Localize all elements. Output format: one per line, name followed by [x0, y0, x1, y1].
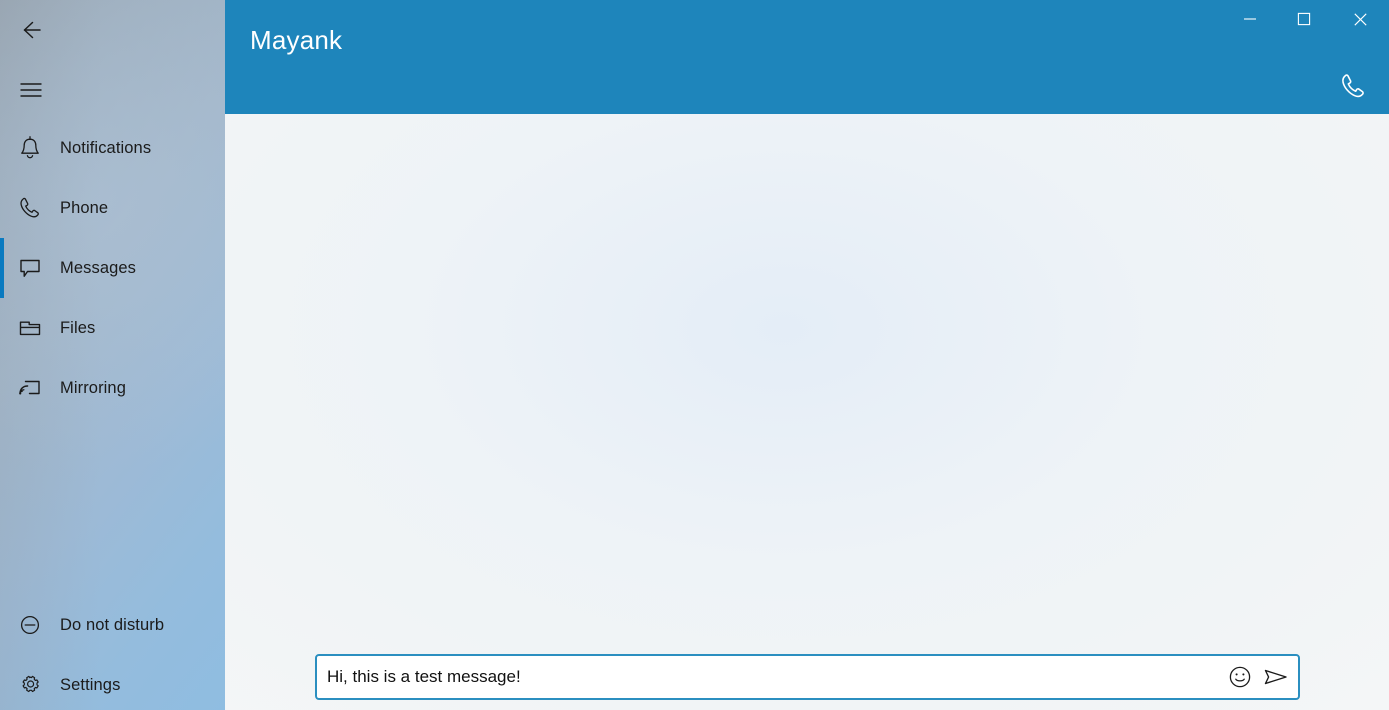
- sidebar-item-label: Do not disturb: [60, 615, 165, 634]
- gear-icon: [14, 669, 46, 701]
- hamburger-menu-icon: [20, 83, 42, 97]
- sidebar-item-notifications[interactable]: Notifications: [0, 118, 225, 178]
- minimize-icon: [1244, 18, 1256, 20]
- menu-button[interactable]: [12, 71, 50, 109]
- sidebar-item-label: Settings: [60, 675, 121, 694]
- do-not-disturb-icon: [14, 609, 46, 641]
- sidebar-item-label: Messages: [60, 258, 137, 277]
- message-composer[interactable]: [315, 654, 1300, 700]
- folder-icon: [14, 312, 46, 344]
- sidebar-item-do-not-disturb[interactable]: Do not disturb: [0, 595, 225, 655]
- screen-cast-icon: [14, 372, 46, 404]
- send-paper-plane-icon: [1264, 669, 1287, 685]
- arrow-left-icon: [23, 21, 41, 39]
- sidebar-item-messages[interactable]: Messages: [0, 238, 225, 298]
- back-button[interactable]: [12, 11, 50, 49]
- phone-link-window: Notifications Phone Messages Files Mirro…: [0, 0, 1389, 710]
- message-bubble-icon: [14, 252, 46, 284]
- emoji-smiley-icon: [1229, 666, 1251, 688]
- composer-area: [225, 654, 1389, 710]
- sidebar-item-files[interactable]: Files: [0, 298, 225, 358]
- message-input[interactable]: [317, 656, 1222, 698]
- sidebar-item-label: Phone: [60, 198, 109, 217]
- title-bar: Mayank: [225, 0, 1389, 114]
- phone-icon: [14, 192, 46, 224]
- sidebar-item-mirroring[interactable]: Mirroring: [0, 358, 225, 418]
- sidebar-item-settings[interactable]: Settings: [0, 655, 225, 710]
- minimize-button[interactable]: [1227, 0, 1273, 38]
- sidebar-item-phone[interactable]: Phone: [0, 178, 225, 238]
- bell-icon: [14, 132, 46, 164]
- sidebar-item-label: Notifications: [60, 138, 152, 157]
- sidebar-item-label: Files: [60, 318, 96, 337]
- conversation-thread: [225, 114, 1389, 710]
- send-button[interactable]: [1258, 659, 1294, 695]
- maximize-button[interactable]: [1281, 0, 1327, 38]
- close-button[interactable]: [1337, 0, 1383, 38]
- page-title: Mayank: [250, 25, 343, 55]
- phone-call-icon: [1342, 74, 1364, 98]
- call-button[interactable]: [1331, 64, 1375, 108]
- emoji-button[interactable]: [1222, 659, 1258, 695]
- sidebar-item-label: Mirroring: [60, 378, 126, 397]
- maximize-icon: [1297, 12, 1311, 26]
- active-item-indicator: [0, 238, 4, 298]
- close-icon: [1353, 12, 1367, 26]
- main-pane: Mayank: [225, 0, 1389, 710]
- sidebar: Notifications Phone Messages Files Mirro…: [0, 0, 225, 710]
